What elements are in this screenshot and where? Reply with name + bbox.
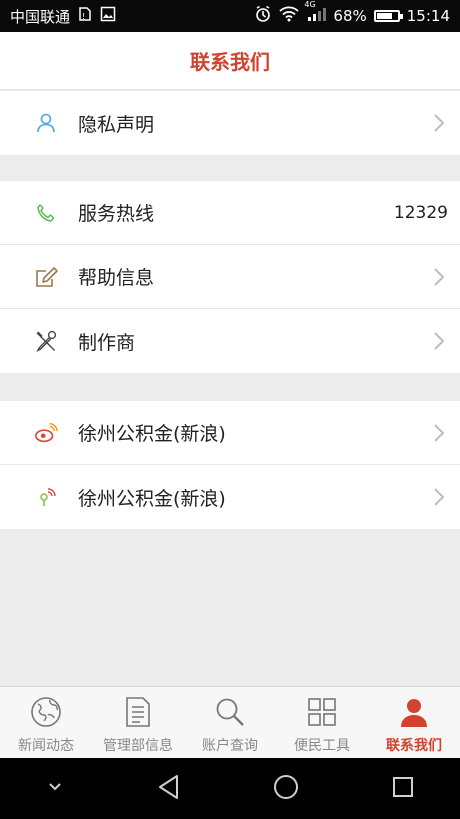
- signal-icon: 4G: [304, 0, 327, 26]
- document-icon: [121, 695, 155, 729]
- service-hotline-label: 服务热线: [78, 203, 155, 225]
- network-type: 4G: [304, 0, 316, 9]
- tab-management-info[interactable]: 管理部信息: [92, 687, 184, 758]
- hotline-number: 12329: [393, 202, 448, 223]
- status-bar: 中国联通 ! 4G 68% 15:14: [0, 0, 460, 32]
- sina-weibo-item[interactable]: 徐州公积金(新浪): [0, 401, 460, 465]
- page-title: 联系我们: [190, 50, 270, 74]
- home-button[interactable]: [273, 774, 299, 804]
- help-info-label: 帮助信息: [78, 267, 155, 289]
- image-notification-icon: [100, 6, 116, 26]
- grid-icon: [305, 695, 339, 729]
- phone-icon: [34, 201, 58, 225]
- page-header: 联系我们: [0, 32, 460, 90]
- tab-contact-us[interactable]: 联系我们: [368, 687, 460, 758]
- tab-convenience-tools-label: 便民工具: [294, 738, 350, 754]
- help-info-item[interactable]: 帮助信息: [0, 245, 460, 309]
- weibo-icon: [34, 421, 58, 445]
- service-hotline-item[interactable]: 服务热线 12329: [0, 181, 460, 245]
- tencent-weibo-item[interactable]: 徐州公积金(新浪): [0, 465, 460, 529]
- privacy-statement-label: 隐私声明: [78, 113, 155, 136]
- search-icon: [213, 695, 247, 729]
- battery-icon: [373, 10, 403, 22]
- sim-notification-icon: !: [77, 6, 93, 26]
- chevron-right-icon: [434, 332, 445, 350]
- tencent-weibo-icon: [34, 485, 58, 509]
- person-icon: [397, 695, 431, 729]
- tab-account-query-label: 账户查询: [202, 738, 258, 754]
- globe-icon: [29, 695, 63, 729]
- settings-group-privacy: 隐私声明: [0, 91, 460, 155]
- wifi-icon: [279, 6, 300, 26]
- tab-news[interactable]: 新闻动态: [0, 687, 92, 758]
- chevron-down-icon[interactable]: [46, 779, 64, 798]
- back-button[interactable]: [157, 774, 181, 804]
- clock: 15:14: [406, 7, 450, 25]
- user-icon: [34, 111, 58, 135]
- tab-contact-us-label: 联系我们: [386, 738, 442, 754]
- settings-group-service: 服务热线 12329 帮助信息 制作商: [0, 181, 460, 373]
- carrier-name: 中国联通: [10, 7, 71, 26]
- svg-text:!: !: [82, 12, 85, 21]
- chevron-right-icon: [434, 114, 445, 132]
- sina-weibo-label: 徐州公积金(新浪): [78, 423, 226, 445]
- chevron-right-icon: [434, 267, 445, 286]
- maker-label: 制作商: [78, 331, 136, 354]
- bottom-tab-bar: 新闻动态 管理部信息 账户查询 便民工具 联系我们: [0, 686, 460, 758]
- maker-item[interactable]: 制作商: [0, 309, 460, 373]
- tab-news-label: 新闻动态: [18, 738, 74, 754]
- system-navigation-bar: [0, 758, 460, 819]
- edit-icon: [34, 265, 58, 289]
- tab-management-info-label: 管理部信息: [103, 738, 173, 754]
- battery-percent: 68%: [333, 7, 367, 25]
- tencent-weibo-label: 徐州公积金(新浪): [78, 487, 226, 510]
- settings-group-social: 徐州公积金(新浪) 徐州公积金(新浪): [0, 401, 460, 529]
- chevron-right-icon: [434, 488, 445, 506]
- privacy-statement-item[interactable]: 隐私声明: [0, 91, 460, 155]
- tab-account-query[interactable]: 账户查询: [184, 687, 276, 758]
- tab-convenience-tools[interactable]: 便民工具: [276, 687, 368, 758]
- chevron-right-icon: [434, 423, 445, 442]
- alarm-icon: [254, 5, 272, 27]
- tools-icon: [34, 329, 58, 353]
- recents-button[interactable]: [392, 776, 414, 802]
